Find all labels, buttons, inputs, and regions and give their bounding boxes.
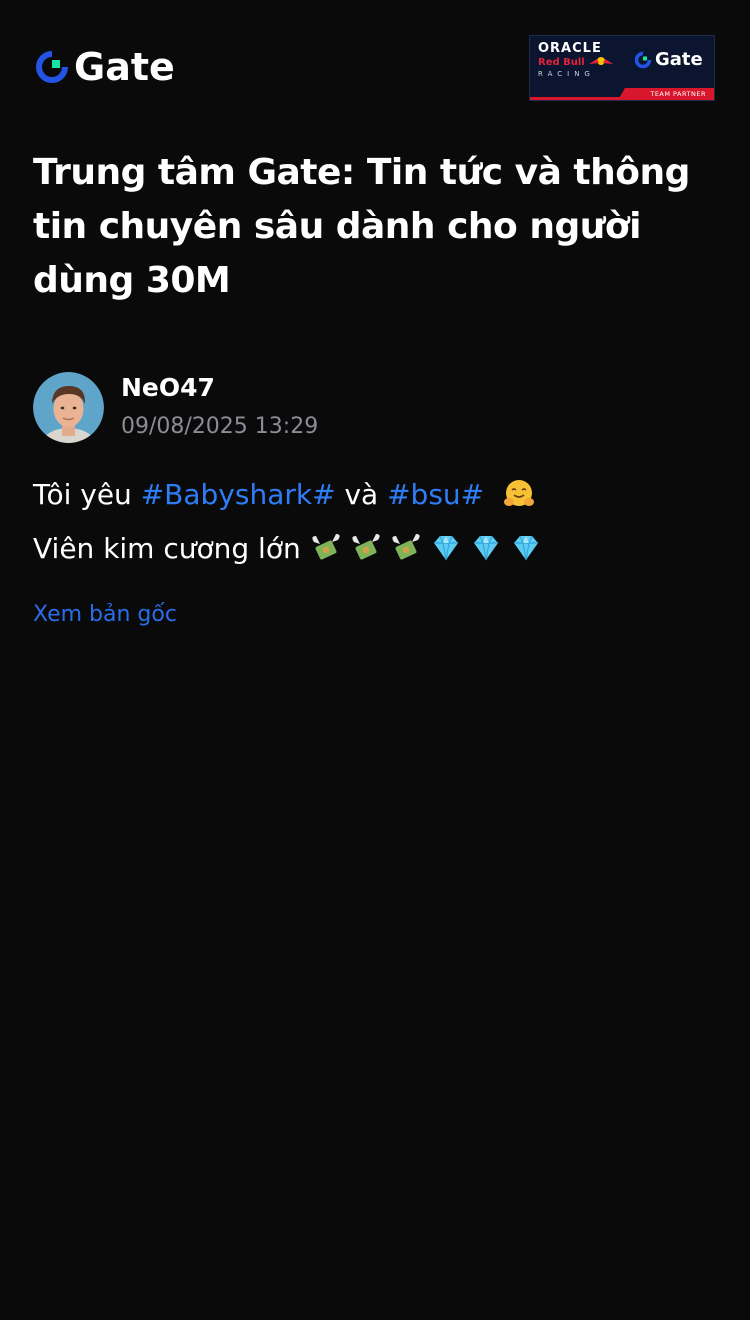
oracle-redbull-logo: ORACLE Red Bull RACING: [538, 42, 628, 79]
gate-logo[interactable]: Gate: [34, 46, 175, 88]
racing-text: RACING: [538, 70, 595, 78]
redbull-text: Red Bull: [538, 56, 628, 69]
gem-icon: [433, 535, 458, 561]
post-text-line2: Viên kim cương lớn: [33, 532, 310, 565]
post-line-1: Tôi yêu #Babyshark# và #bsu#: [33, 468, 723, 522]
partner-gate-text: Gate: [655, 49, 703, 70]
money-with-wings-icon: [392, 534, 420, 560]
hashtag-babyshark[interactable]: #Babyshark#: [141, 478, 336, 511]
oracle-text: ORACLE: [538, 41, 602, 56]
author-block: NeO47 09/08/2025 13:29: [33, 371, 318, 443]
author-name[interactable]: NeO47: [121, 371, 318, 405]
gate-small-icon: [634, 51, 652, 69]
view-original-link[interactable]: Xem bản gốc: [33, 598, 177, 632]
hashtag-bsu[interactable]: #bsu#: [387, 478, 484, 511]
money-with-wings-icon: [352, 534, 380, 560]
partner-gate-logo: Gate: [634, 50, 703, 70]
post-line-2: Viên kim cương lớn: [33, 522, 723, 576]
gem-icon: [473, 535, 498, 561]
partner-bottom-line: [530, 97, 714, 100]
page: Gate ORACLE Red Bull RACING Gate TEAM PA…: [0, 0, 750, 1320]
post-body: Tôi yêu #Babyshark# và #bsu# Viên kim cư…: [33, 468, 723, 576]
post-text-prefix: Tôi yêu: [33, 478, 141, 511]
gate-logo-icon: [36, 51, 68, 83]
hugging-face-icon: [504, 480, 535, 506]
bull-icon: [589, 57, 614, 65]
header: Gate ORACLE Red Bull RACING Gate TEAM PA…: [0, 0, 750, 120]
team-partner-badge: ORACLE Red Bull RACING Gate TEAM PARTNER: [529, 35, 715, 101]
logo-text: Gate: [74, 45, 175, 89]
author-info: NeO47 09/08/2025 13:29: [121, 371, 318, 443]
money-with-wings-icon: [312, 534, 340, 560]
post-text-middle: và: [335, 478, 388, 511]
gem-icon: [513, 535, 538, 561]
post-timestamp: 09/08/2025 13:29: [121, 414, 319, 439]
avatar[interactable]: [33, 371, 104, 443]
page-title: Trung tâm Gate: Tin tức và thông tin chu…: [33, 152, 690, 301]
